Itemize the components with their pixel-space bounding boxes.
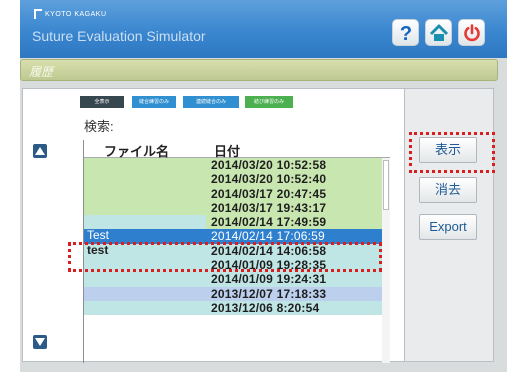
row-date: 2014/03/17 20:47:45 [211,186,327,201]
brand-logo: KYOTO KAGAKU [34,9,107,19]
table-row[interactable]: 2013/12/07 17:18:33 [84,286,390,301]
section-title: 履歴 [29,65,54,79]
home-button[interactable] [425,19,452,46]
table-row[interactable]: 2013/12/06 8:20:54 [84,300,390,316]
row-name-cell [84,215,206,230]
filter-suture-practice-button[interactable]: 縫合練習のみ [132,96,176,108]
home-icon [429,24,449,42]
app-title: Suture Evaluation Simulator [32,28,206,44]
search-label: 検索: [84,119,114,134]
help-button[interactable]: ? [392,19,419,46]
row-name-cell [84,172,206,187]
row-date: 2014/03/17 19:43:17 [211,200,327,215]
table-row[interactable]: 2014/02/14 17:49:59 [84,215,390,230]
section-header: 履歴 [20,59,498,81]
triangle-up-icon [35,147,45,155]
row-name-cell [84,186,206,201]
title-bar: KYOTO KAGAKU Suture Evaluation Simulator… [20,0,507,58]
row-name-cell [84,286,206,301]
triangle-down-icon [35,338,45,346]
row-name-cell [84,272,206,287]
filter-all-button[interactable]: 全表示 [80,96,124,108]
row-date: 2014/01/09 19:24:31 [211,272,327,287]
svg-text:?: ? [399,23,411,43]
filter-knot-practice-button[interactable]: 結び練習のみ [245,96,293,108]
table-row[interactable]: 2014/03/20 10:52:58 [84,158,390,173]
row-date: 2013/12/06 8:20:54 [211,300,320,315]
action-panel: 表示 消去 Export [405,88,494,362]
power-icon [463,23,481,42]
table-row[interactable]: 2014/03/20 10:52:40 [84,172,390,187]
row-name-cell [84,300,206,316]
table-header: ファイル名 日付 [84,140,390,159]
table-row[interactable]: 2014/03/17 20:47:45 [84,186,390,201]
filter-continuous-suture-button[interactable]: 連続縫合のみ [183,96,239,108]
row-name-cell [84,200,206,216]
help-icon: ? [397,23,415,43]
table-body: 2014/03/20 10:52:58 2014/03/20 10:52:40 20… [84,158,390,316]
row-date: 2014/03/20 10:52:40 [211,172,327,187]
history-panel: 全表示 縫合練習のみ 連続縫合のみ 結び練習のみ 検索: ファイル名 日付 20… [22,88,405,363]
delete-button[interactable]: 消去 [419,177,477,203]
export-button[interactable]: Export [419,214,477,240]
row-filename: Test [87,228,110,243]
power-button[interactable] [458,19,485,46]
app-window: KYOTO KAGAKU Suture Evaluation Simulator… [20,0,507,372]
table-row[interactable]: 2014/03/17 19:43:17 [84,200,390,216]
scroll-down-button[interactable] [33,335,47,349]
table-row[interactable]: 2014/01/09 19:24:31 [84,272,390,287]
row-date: 2014/03/20 10:52:58 [211,158,327,172]
row-date: 2013/12/07 17:18:33 [211,286,327,301]
row-name-cell [84,158,206,173]
scrollbar-thumb[interactable] [383,160,389,210]
highlight-selected-row [68,242,382,272]
row-date: 2014/02/14 17:49:59 [211,215,327,230]
scroll-up-button[interactable] [33,144,47,158]
brand-text: KYOTO KAGAKU [45,10,107,18]
highlight-show-button [409,132,495,173]
